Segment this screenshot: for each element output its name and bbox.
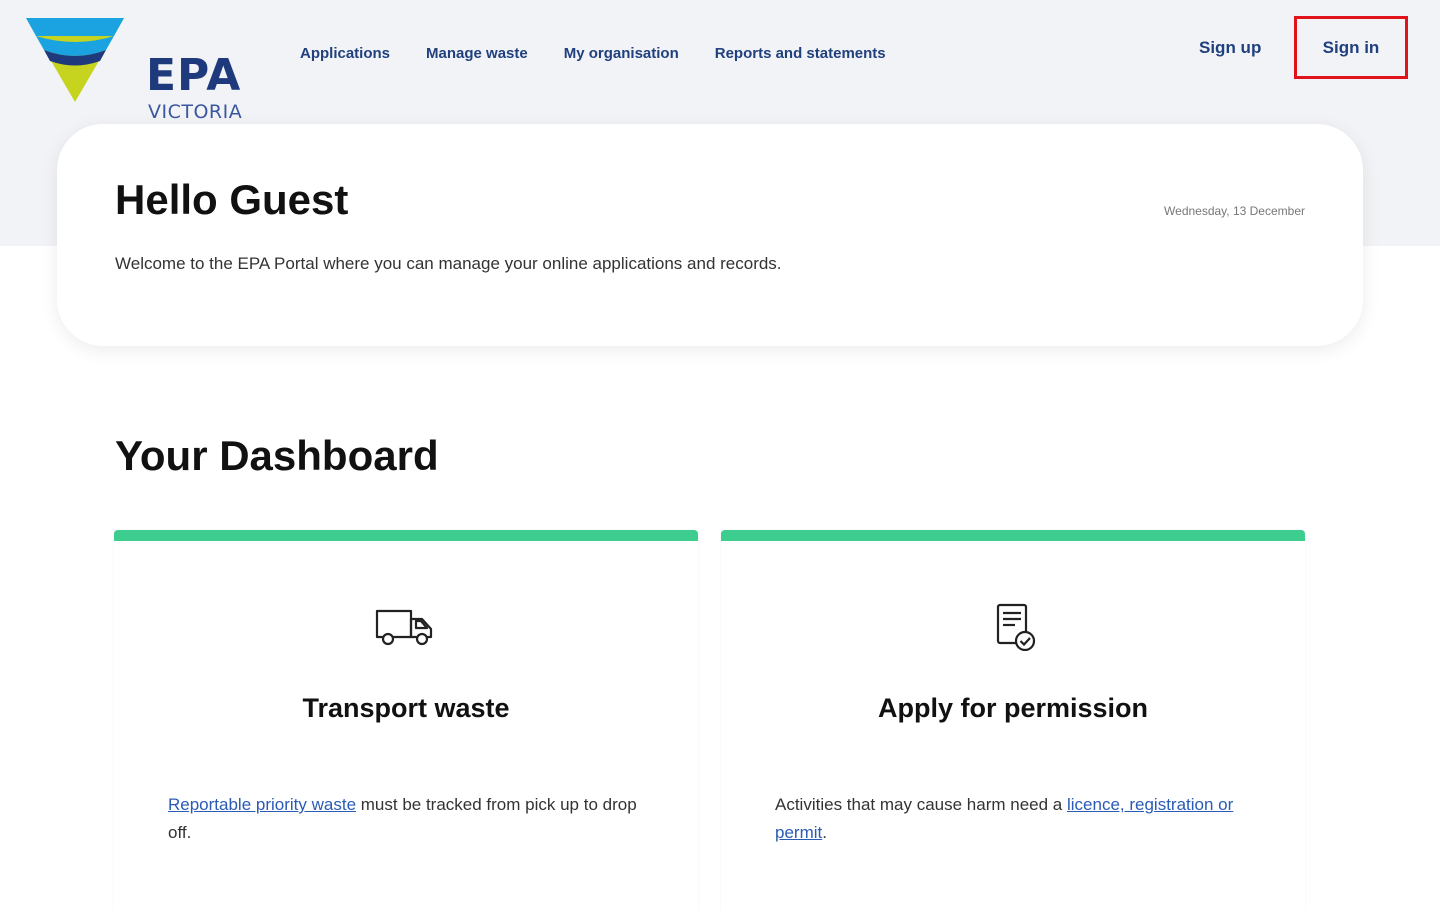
card-title: Transport waste (302, 693, 510, 723)
document-check-icon (996, 603, 1036, 651)
sign-up-link[interactable]: Sign up (1199, 38, 1261, 58)
dashboard-title: Your Dashboard (115, 432, 439, 479)
current-date: Wednesday, 13 December (1164, 204, 1305, 218)
nav-item-reports-and-statements[interactable]: Reports and statements (715, 44, 886, 64)
logo-subtext: VICTORIA (148, 101, 243, 123)
apply-for-permission-card[interactable]: Apply for permission Activities that may… (721, 530, 1305, 910)
nav-item-manage-waste[interactable]: Manage waste (426, 44, 528, 64)
logo-wordmark: EPA (146, 50, 242, 101)
welcome-intro-text: Welcome to the EPA Portal where you can … (115, 254, 782, 273)
card-description-text: Activities that may cause harm need a (775, 795, 1067, 814)
epa-triangle-logo-icon (26, 18, 124, 102)
card-description-end: . (822, 823, 827, 842)
epa-victoria-logo[interactable]: EPA VICTORIA (26, 18, 242, 122)
card-description: Reportable priority waste must be tracke… (168, 791, 638, 847)
sign-in-button[interactable]: Sign in (1294, 16, 1408, 79)
nav-item-applications[interactable]: Applications (300, 44, 390, 64)
truck-icon (375, 609, 433, 646)
main-nav: Applications Manage waste My organisatio… (300, 44, 922, 64)
sign-in-label: Sign in (1322, 37, 1380, 57)
welcome-card: Hello Guest Wednesday, 13 December Welco… (57, 124, 1363, 346)
reportable-priority-waste-link[interactable]: Reportable priority waste (168, 795, 356, 814)
card-title: Apply for permission (877, 693, 1149, 723)
greeting-heading: Hello Guest (115, 176, 349, 223)
card-description: Activities that may cause harm need a li… (775, 791, 1245, 847)
transport-waste-card[interactable]: Transport waste Reportable priority wast… (114, 530, 698, 910)
nav-item-my-organisation[interactable]: My organisation (564, 44, 679, 64)
